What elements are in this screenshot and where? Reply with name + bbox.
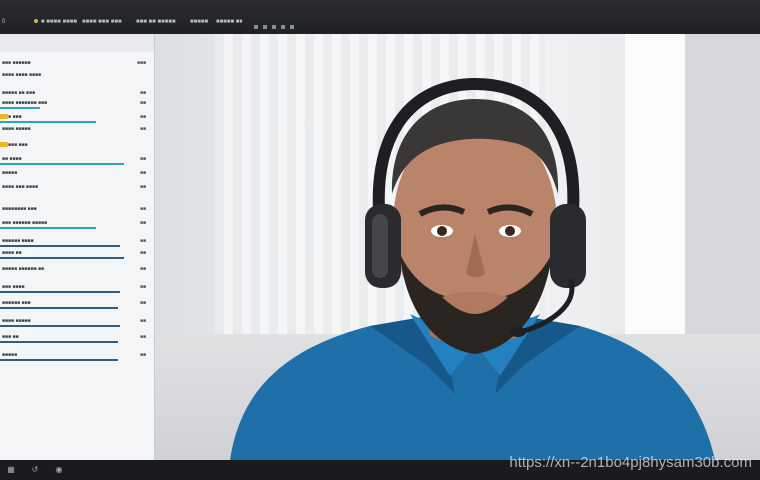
row-value: ■■ [139, 126, 146, 132]
sidebar-row[interactable]: ■■■■ ■■■■■ ■■ [0, 126, 154, 136]
sidebar-row[interactable]: ■■■■■■■■ ■■■ ■■ [0, 206, 154, 216]
tool-icon[interactable] [272, 25, 276, 29]
row-label: ■■■■ ■■■■ ■■■■ [2, 72, 42, 78]
toolbar-icons [254, 16, 324, 29]
row-label: ■■■ ■■■■■■ [2, 60, 31, 66]
sidebar-row[interactable]: ■■■ ■■ ■■ [0, 334, 154, 344]
row-label: ■■■■■■■■ ■■■ [2, 206, 37, 212]
row-value: ■■ [139, 100, 146, 106]
sidebar-row[interactable]: ■■■ ■■■■ ■■ [0, 284, 154, 294]
row-label: ■■■■ ■■■■■ [2, 318, 31, 324]
sidebar-row[interactable]: ■■■ ■■■■■■ ■■■ [0, 60, 154, 70]
row-tag [0, 114, 8, 119]
tab-5[interactable]: ■■■■■ ■■ [216, 16, 242, 28]
watermark-url: https://xn--2n1bo4pj8hysam30b.com [509, 454, 752, 471]
row-value: ■■ [139, 250, 146, 256]
undo-icon[interactable]: ↺ [30, 465, 40, 475]
row-progress-bar [0, 227, 96, 229]
row-value: ■■ [139, 284, 146, 290]
tab-label: 0 [2, 19, 6, 25]
row-label: ■■■■■ ■■■■■■ ■■ [2, 266, 45, 272]
row-value: ■■ [139, 156, 146, 162]
row-progress-bar [0, 107, 40, 109]
sidebar-row[interactable]: ■■■■ ■■■ ■■■■ ■■ [0, 184, 154, 194]
row-value: ■■ [139, 206, 146, 212]
row-progress-bar [0, 325, 120, 327]
row-label: ■■■■ ■■■ ■■■■ [2, 184, 38, 190]
row-value: ■■ [139, 90, 146, 96]
row-label: ■■ ■■■■ [2, 156, 22, 162]
row-value: ■■ [139, 170, 146, 176]
row-value: ■■ [139, 334, 146, 340]
tab-label: ■■■ ■■ ■■■■■ [136, 19, 176, 25]
row-value: ■■ [139, 220, 146, 226]
sidebar-row[interactable]: ■■■■■ ■■■■■■ ■■ ■■ [0, 266, 154, 276]
row-label: ■■■ ■■ [2, 334, 19, 340]
row-label: ■■■■■■ ■■■■ [2, 238, 34, 244]
row-label: ■■■■■ [2, 170, 18, 176]
row-progress-bar [0, 245, 120, 247]
row-label: ■■■ ■■■■■■ ■■■■■ [2, 220, 48, 226]
tool-icon[interactable] [281, 25, 285, 29]
row-progress-bar [0, 341, 118, 343]
row-value: ■■ [139, 352, 146, 358]
sidebar-row[interactable]: ■■■■ ■■■■■ ■■ [0, 318, 154, 328]
row-label: ■■■■ ■■■■■■■ ■■■ [2, 100, 48, 106]
app-toolbar: 0 ■ ■■■■ ■■■■ ■■■■ ■■■ ■■■ ■■■ ■■ ■■■■■ … [0, 0, 760, 35]
video-feed [155, 34, 760, 460]
tool-icon[interactable] [263, 25, 267, 29]
sidebar-header [0, 34, 154, 52]
row-progress-bar [0, 257, 124, 259]
row-value: ■■ [139, 266, 146, 272]
row-label: ■■■■■ ■■ ■■■ [2, 90, 35, 96]
tab-2[interactable]: ■■■■ ■■■ ■■■ [82, 16, 128, 28]
sidebar-row[interactable]: ■■■■■ ■■■ [0, 142, 154, 152]
tab-label: ■ ■■■■ ■■■■ [41, 19, 77, 25]
row-label: ■■■ ■■■■ [2, 284, 25, 290]
row-tag [0, 142, 8, 147]
tab-1[interactable]: ■ ■■■■ ■■■■ [34, 16, 78, 28]
row-value: ■■■ [136, 60, 146, 66]
tab-3[interactable]: ■■■ ■■ ■■■■■ [136, 16, 180, 28]
tab-label: ■■■■ ■■■ ■■■ [82, 19, 122, 25]
sidebar-row[interactable]: ■■■■ ■■■■■■■ ■■■ ■■ [0, 100, 154, 110]
tab-dot-icon [34, 19, 38, 24]
row-value: ■■ [139, 238, 146, 244]
sidebar-row[interactable]: ■■ ■■■■ ■■ [0, 156, 154, 166]
tab-label: ■■■■■ [190, 19, 209, 25]
row-value: ■■ [139, 114, 146, 120]
row-progress-bar [0, 291, 120, 293]
row-label: ■■■■■ [2, 352, 18, 358]
row-value: ■■ [139, 300, 146, 306]
gamepad-icon[interactable]: ◉ [54, 465, 64, 475]
sidebar-row[interactable]: ■■■■■■ ■■■■ ■■ [0, 238, 154, 248]
row-value: ■■ [139, 184, 146, 190]
tab-4[interactable]: ■■■■■ [190, 16, 212, 28]
sidebar-row[interactable]: ■■■■■■ ■■■ ■■ [0, 300, 154, 310]
sidebar-row[interactable]: ■■■ ■■■■■■ ■■■■■ ■■ [0, 220, 154, 230]
tab-label: ■■■■■ ■■ [216, 19, 242, 25]
tab-home[interactable]: 0 [2, 16, 26, 28]
tool-icon[interactable] [254, 25, 258, 29]
sidebar-row[interactable]: ■■■■■ ■■ ■■■ ■■ [0, 90, 154, 100]
row-progress-bar [0, 359, 118, 361]
tool-icon[interactable] [290, 25, 294, 29]
sidebar-row[interactable]: ■■■■ ■■ ■■ [0, 250, 154, 260]
row-value: ■■ [139, 318, 146, 324]
sidebar-row[interactable]: ■■■■ ■■■■ ■■■■ [0, 72, 154, 82]
row-progress-bar [0, 307, 118, 309]
stats-sidebar: ■■■ ■■■■■■ ■■■ ■■■■ ■■■■ ■■■■ ■■■■■ ■■ ■■■ ■… [0, 34, 155, 460]
grid-icon[interactable]: ▦ [6, 465, 16, 475]
sidebar-row[interactable]: ■■■■■ ■■ [0, 352, 154, 362]
row-progress-bar [0, 163, 124, 165]
person-with-headset [230, 77, 715, 460]
sidebar-row[interactable]: ■■■■■ ■■ [0, 170, 154, 180]
sidebar-row[interactable]: ■■■ ■■■ ■■ [0, 114, 154, 124]
row-label: ■■■■ ■■ [2, 250, 22, 256]
row-label: ■■■■■■ ■■■ [2, 300, 31, 306]
row-label: ■■■■ ■■■■■ [2, 126, 31, 132]
row-progress-bar [0, 121, 96, 123]
